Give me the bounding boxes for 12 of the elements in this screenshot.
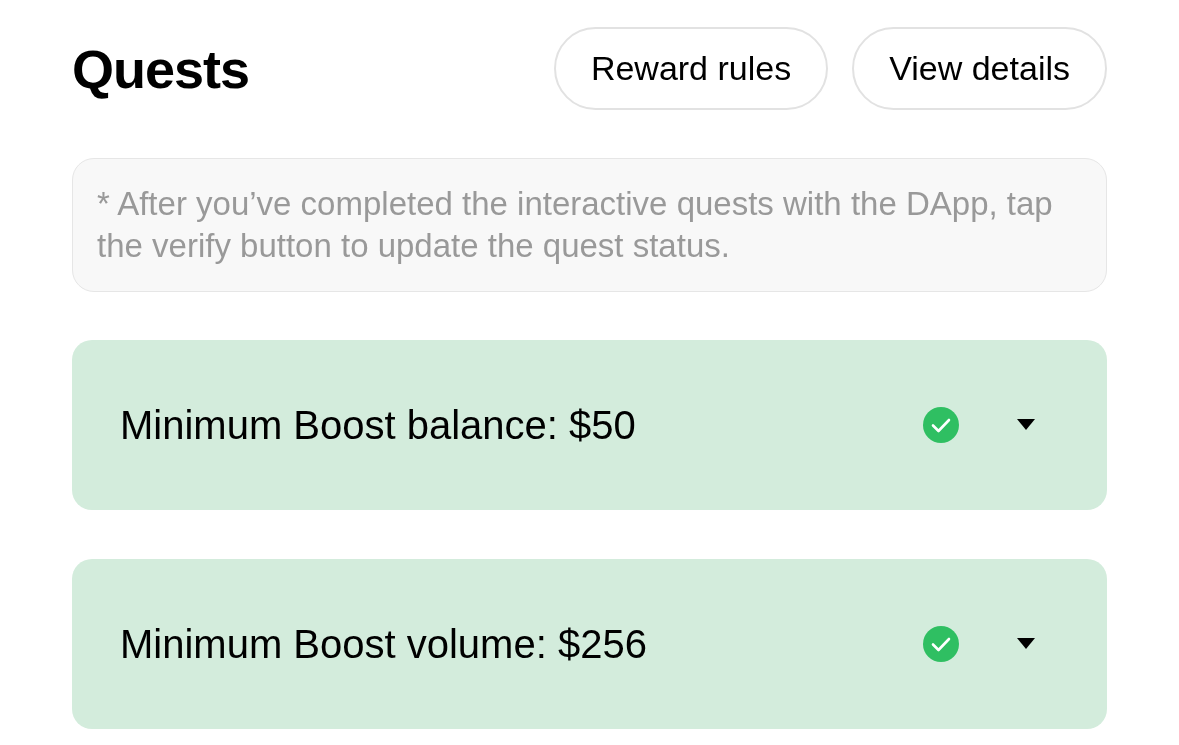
header-button[interactable]: View details <box>852 27 1107 110</box>
quest-label: Minimum Boost balance: $50 <box>120 402 637 448</box>
check-icon <box>923 626 959 662</box>
header-button[interactable]: Reward rules <box>553 27 829 110</box>
quest-row[interactable]: Minimum Boost balance: $50 <box>72 340 1107 510</box>
caret-icon[interactable] <box>1017 419 1035 431</box>
check-icon <box>923 407 959 443</box>
info-note: * After you’ve completed the interactive quests with the DApp, tap the verify button to update the quest status. <box>72 158 1107 292</box>
quest-row[interactable]: Minimum Boost volume: $256 <box>72 559 1107 729</box>
caret-icon[interactable] <box>1017 638 1035 650</box>
quest-label: Minimum Boost volume: $256 <box>120 621 648 667</box>
page-title: Quests <box>72 37 250 100</box>
